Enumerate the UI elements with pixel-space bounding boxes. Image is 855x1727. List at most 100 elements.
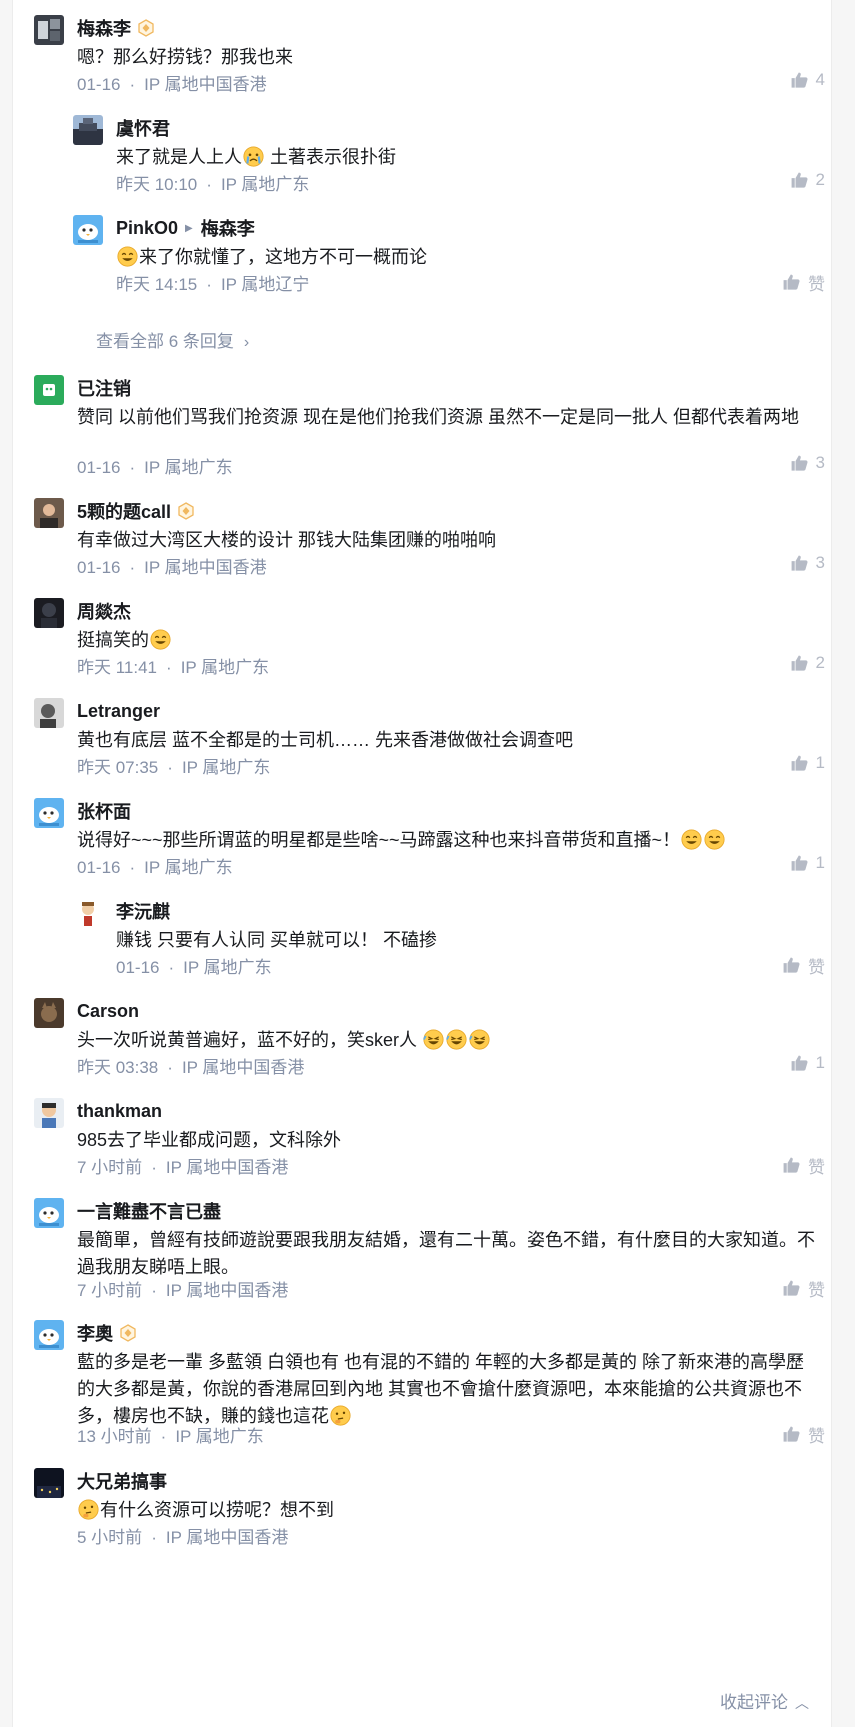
like-count: 赞 (808, 958, 825, 977)
reply-item: PinkO0 ▶ 梅森李 来了你就懂了，这地方不可一概而论 昨天 14:15 · IP 属地… (73, 215, 825, 296)
author-name[interactable]: 周燚杰 (77, 598, 131, 624)
like-button[interactable]: 1 (790, 753, 825, 773)
author-name[interactable]: 一言難盡不言已盡 (77, 1198, 221, 1224)
author-name[interactable]: 5颗的题call (77, 498, 171, 524)
meta-separator: · (166, 658, 172, 677)
avatar[interactable] (73, 115, 103, 145)
smiling-face-emoji-icon (681, 829, 702, 850)
meta-separator: · (129, 558, 136, 577)
author-name[interactable]: 大兄弟搞事 (77, 1468, 167, 1494)
thumbs-up-icon (790, 171, 816, 190)
author-name[interactable]: Carson (77, 1001, 139, 1022)
avatar[interactable] (34, 998, 64, 1028)
comment-text: 赚钱 只要有人认同 买单就可以！ 不磕掺 (116, 927, 815, 954)
comment-body: 赚钱 只要有人认同 买单就可以！ 不磕掺 (116, 930, 438, 950)
author-name[interactable]: 已注销 (77, 375, 131, 401)
like-button[interactable]: 3 (790, 453, 825, 473)
comment-date: 7 小时前 (77, 1281, 143, 1300)
meta-separator: · (151, 1158, 157, 1177)
reply-arrow-icon: ▶ (185, 222, 193, 234)
avatar[interactable] (73, 898, 103, 928)
thumbs-up-icon (790, 754, 816, 773)
like-button[interactable]: 1 (790, 1053, 825, 1073)
author-name[interactable]: 李奧 (77, 1320, 113, 1346)
comment-meta: 昨天 10:10 · IP 属地广东 (116, 170, 309, 195)
comment-text: 藍的多是老一輩 多藍領 白領也有 也有混的不錯的 年輕的大多都是黃的 除了新來港… (77, 1349, 815, 1430)
reply-target-name[interactable]: 梅森李 (201, 215, 255, 241)
comment-meta: 7 小时前 · IP 属地中国香港 (77, 1276, 288, 1301)
comment-date: 昨天 11:41 (77, 658, 158, 677)
comment-header: 大兄弟搞事 (77, 1469, 167, 1493)
like-button[interactable]: 赞 (782, 1153, 825, 1178)
like-button[interactable]: 2 (790, 170, 825, 190)
view-all-replies-label: 查看全部 6 条回复 (96, 332, 234, 351)
comment-header: 梅森李 (77, 16, 155, 40)
meta-separator: · (151, 1281, 157, 1300)
comment-text: 说得好~~~那些所谓蓝的明星都是些啥~~马蹄露这种也来抖音带货和直播~！ (77, 827, 815, 854)
avatar[interactable] (34, 698, 64, 728)
avatar[interactable] (34, 598, 64, 628)
ip-location: IP 属地中国香港 (165, 1528, 289, 1547)
meta-separator: · (206, 175, 212, 194)
avatar[interactable] (34, 1468, 64, 1498)
author-name[interactable]: 虞怀君 (116, 115, 170, 141)
comment-meta: 昨天 07:35 · IP 属地广东 (77, 753, 270, 778)
avatar[interactable] (34, 15, 64, 45)
comment-date: 7 小时前 (77, 1158, 143, 1177)
avatar[interactable] (34, 1320, 64, 1350)
like-button[interactable]: 赞 (782, 1276, 825, 1301)
like-button[interactable]: 2 (790, 653, 825, 673)
thumbs-up-icon (782, 1279, 808, 1298)
avatar[interactable] (34, 1198, 64, 1228)
comment-body: 挺搞笑的 (77, 630, 149, 650)
author-name[interactable]: 梅森李 (77, 15, 131, 41)
chevron-up-icon: ︿ (795, 1695, 809, 1711)
comment-item: 一言難盡不言已盡 最簡單，曾經有技師遊說要跟我朋友結婚，還有二十萬。姿色不錯，有什… (34, 1198, 825, 1302)
avatar[interactable] (73, 215, 103, 245)
comment-body: 985去了毕业都成问题，文科除外 (77, 1130, 342, 1150)
like-button[interactable]: 赞 (782, 1422, 825, 1447)
comment-body: 头一次听说黄普遍好，蓝不好的，笑sker人 (77, 1030, 423, 1050)
view-all-replies-link[interactable]: 查看全部 6 条回复 › (96, 327, 249, 352)
thumbs-up-icon (782, 1425, 808, 1444)
comment-header: 李奧 (77, 1321, 137, 1345)
author-name[interactable]: Letranger (77, 701, 160, 722)
like-count: 赞 (808, 1427, 825, 1446)
ip-location: IP 属地辽宁 (220, 275, 310, 294)
avatar[interactable] (34, 1098, 64, 1128)
avatar[interactable] (34, 798, 64, 828)
avatar[interactable] (34, 498, 64, 528)
comment-item: 大兄弟搞事 有什么资源可以捞呢？想不到 5 小时前 · IP 属地中国香港 (34, 1468, 825, 1549)
comment-header: PinkO0 ▶ 梅森李 (116, 216, 255, 240)
thumbs-up-icon (782, 1156, 808, 1175)
author-name[interactable]: thankman (77, 1101, 162, 1122)
comment-item: 梅森李 嗯？那么好捞钱？那我也来 01-16 · IP 属地中国香港 4 (34, 15, 825, 96)
comment-item: Carson 头一次听说黄普遍好，蓝不好的，笑sker人 昨天 03:38 · IP … (34, 998, 825, 1079)
like-button[interactable]: 赞 (782, 953, 825, 978)
meta-separator: · (151, 1528, 157, 1547)
ip-location: IP 属地中国香港 (181, 1058, 305, 1077)
like-count: 1 (815, 1053, 825, 1072)
creator-badge-icon (137, 19, 155, 37)
comment-header: 周燚杰 (77, 599, 131, 623)
meta-separator: · (129, 858, 136, 877)
avatar[interactable] (34, 375, 64, 405)
like-count: 2 (815, 170, 825, 189)
like-button[interactable]: 赞 (782, 270, 825, 295)
comment-meta: 5 小时前 · IP 属地中国香港 (77, 1523, 288, 1548)
author-name[interactable]: 张杯面 (77, 798, 131, 824)
thumbs-up-icon (782, 273, 808, 292)
meta-separator: · (168, 958, 175, 977)
like-button[interactable]: 4 (790, 70, 825, 90)
author-name[interactable]: 李沅麒 (116, 898, 170, 924)
like-button[interactable]: 1 (790, 853, 825, 873)
author-name[interactable]: PinkO0 (116, 218, 178, 239)
comment-item: 5颗的题call 有幸做过大湾区大楼的设计 那钱大陆集团赚的啪啪响 01-16 · IP… (34, 498, 825, 579)
thumbs-up-icon (790, 454, 816, 473)
collapse-comments-button[interactable]: 收起评论 ︿ (720, 1688, 809, 1713)
comment-body: 赞同 以前他们骂我们抢资源 现在是他们抢我们资源 虽然不一定是同一批人 但都代表… (77, 407, 799, 427)
comment-date: 01-16 (77, 75, 121, 94)
ip-location: IP 属地中国香港 (144, 558, 267, 577)
like-button[interactable]: 3 (790, 553, 825, 573)
comment-date: 13 小时前 (77, 1427, 152, 1446)
